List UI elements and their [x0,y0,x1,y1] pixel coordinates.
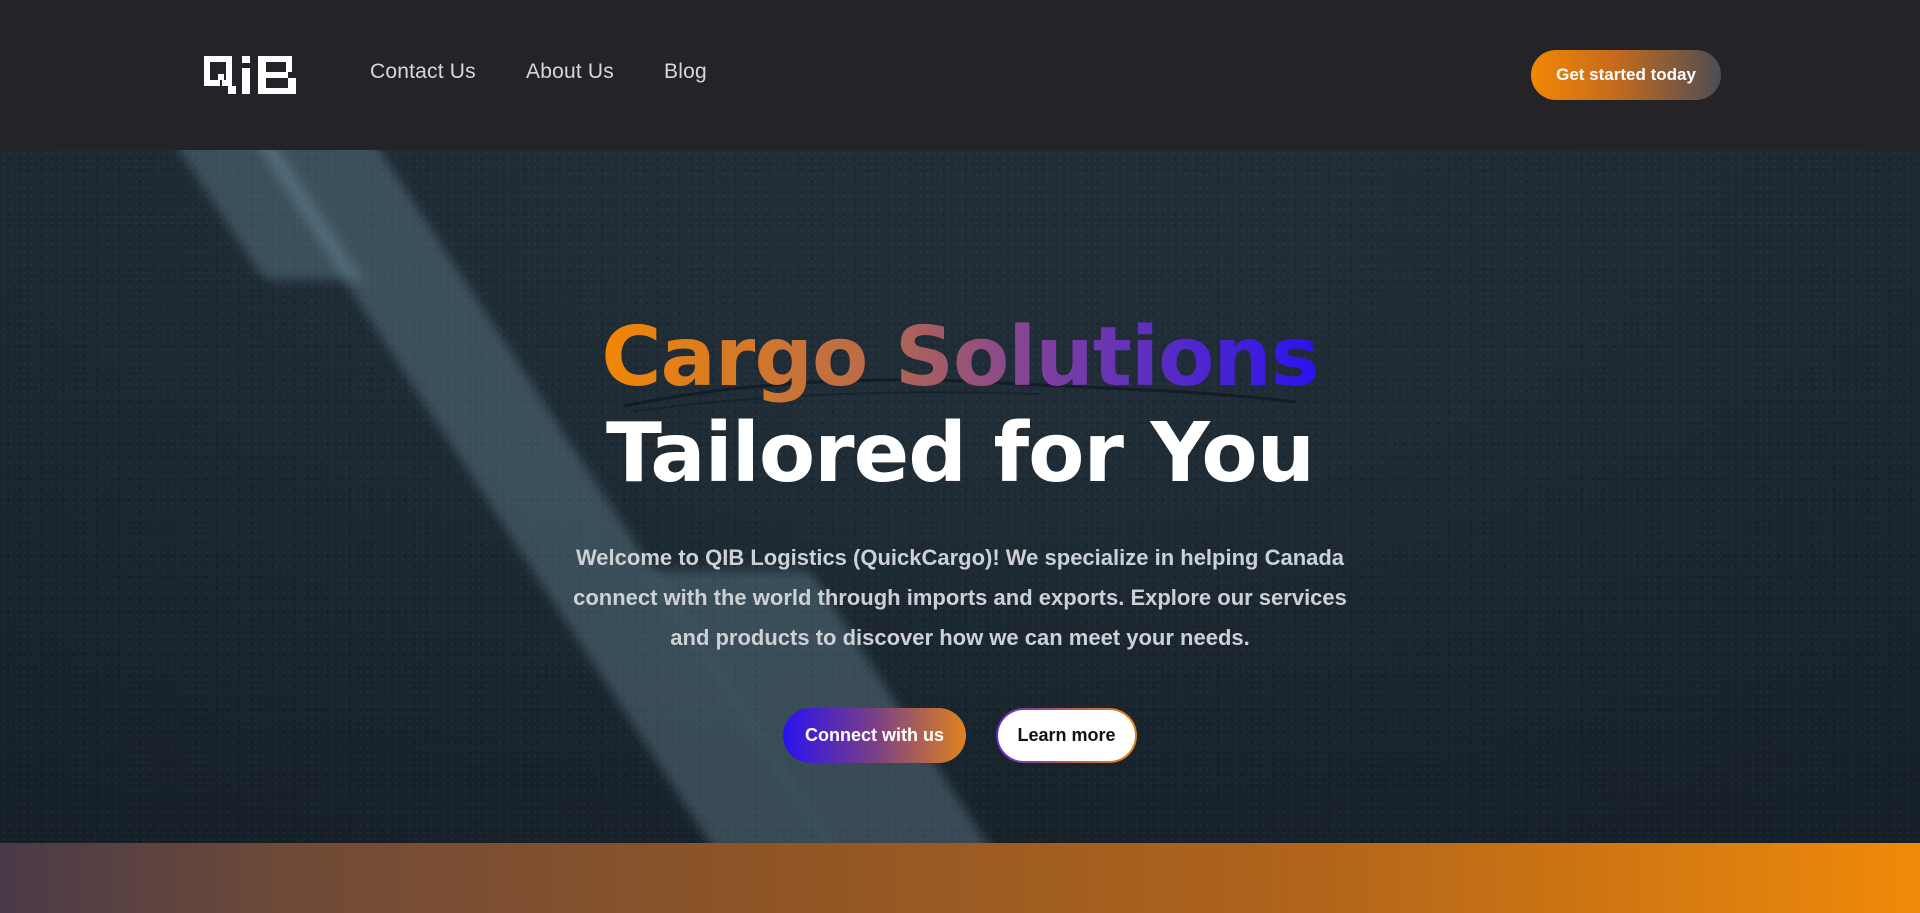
hero-heading: Cargo Solutions Tailored for You [0,310,1920,502]
nav-link-about-us[interactable]: About Us [526,60,614,84]
hero-section: Cargo Solutions Tailored for You Welcome… [0,150,1920,843]
hero-heading-line2: Tailored for You [605,406,1315,501]
qib-logo[interactable] [204,56,296,94]
top-navbar: Contact Us About Us Blog Get started tod… [0,0,1920,150]
nav-link-blog[interactable]: Blog [664,60,707,84]
nav-link-contact-us[interactable]: Contact Us [370,60,476,84]
get-started-button[interactable]: Get started today [1531,50,1721,100]
hero-heading-line1: Cargo Solutions [601,310,1319,405]
learn-more-button-border: Learn more [996,708,1137,763]
hero-description: Welcome to QIB Logistics (QuickCargo)! W… [573,545,1347,650]
next-section-gradient-band [0,843,1920,913]
connect-with-us-button[interactable]: Connect with us [783,708,966,763]
learn-more-button[interactable]: Learn more [998,710,1135,761]
